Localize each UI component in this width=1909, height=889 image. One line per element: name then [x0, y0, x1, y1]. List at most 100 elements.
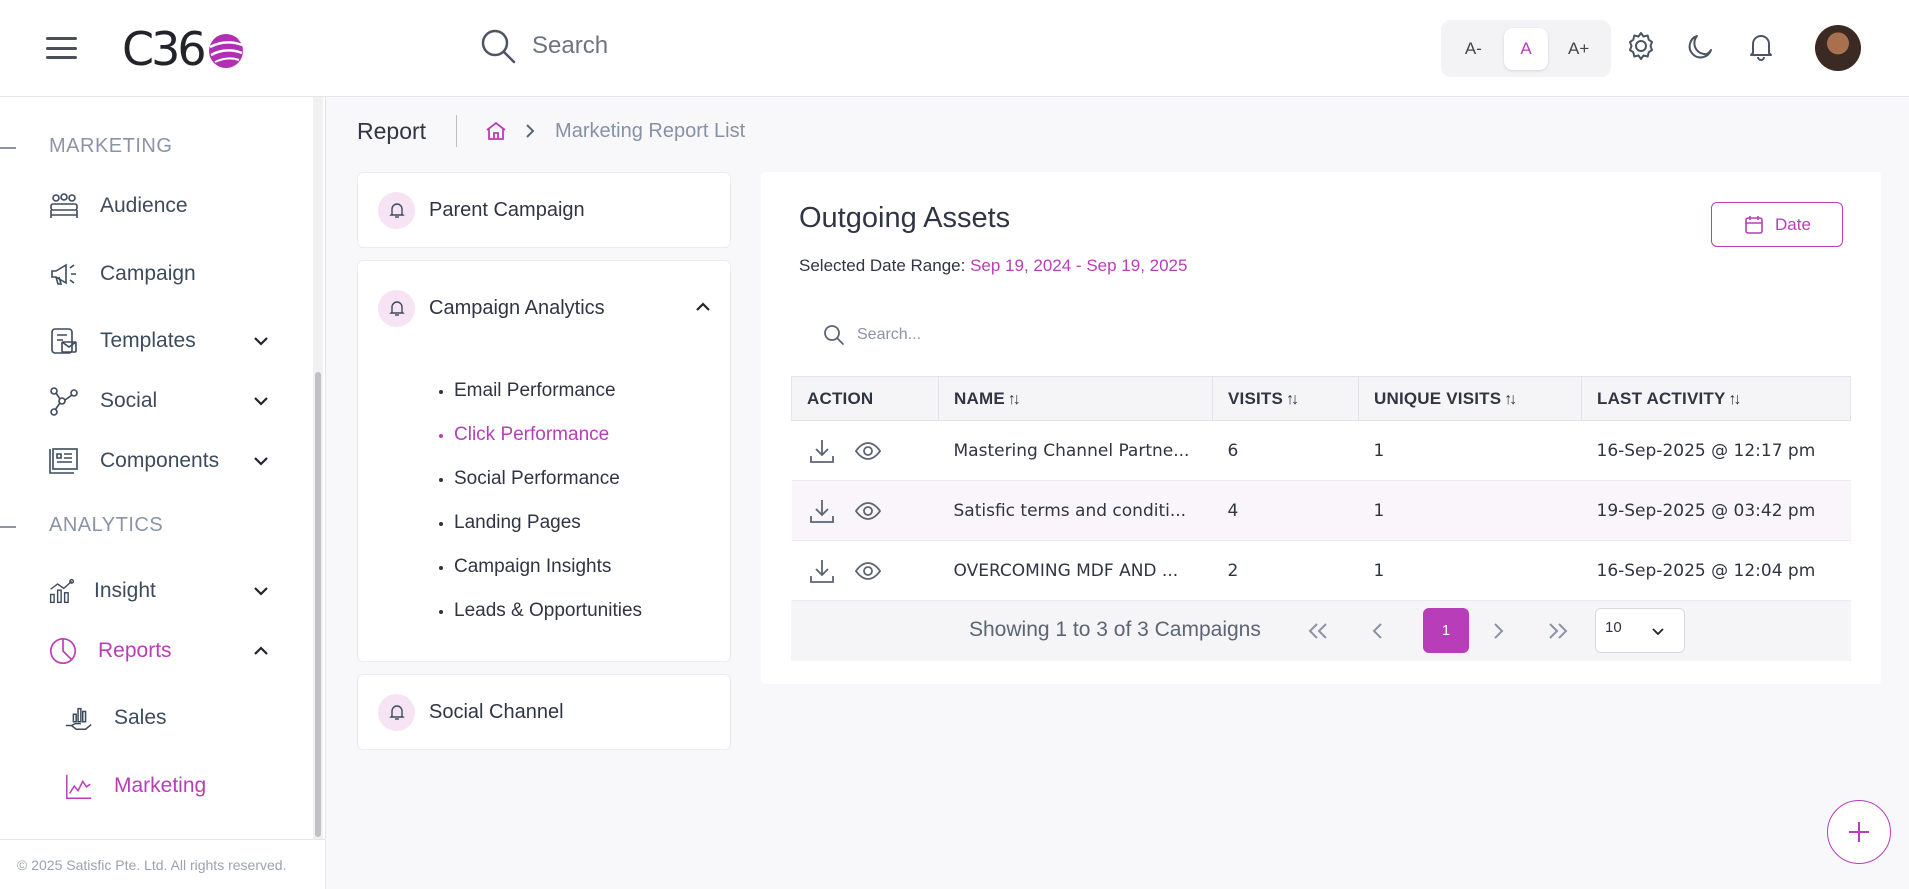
moon-icon[interactable] — [1685, 30, 1717, 62]
sidebar-item-social[interactable]: Social — [48, 385, 278, 417]
font-smaller-button[interactable]: A- — [1451, 28, 1495, 70]
page-title: Report — [357, 117, 427, 144]
line-chart-icon — [66, 774, 92, 799]
eye-icon[interactable] — [853, 436, 883, 466]
analytics-item-email-performance[interactable]: Email Performance — [454, 369, 730, 413]
menu-icon[interactable] — [46, 37, 77, 59]
cell-last-activity: 16-Sep-2025 @ 12:17 pm — [1581, 420, 1851, 481]
date-range-label: Selected Date Range: — [799, 256, 971, 275]
download-icon[interactable] — [807, 556, 837, 586]
date-button[interactable]: Date — [1711, 202, 1843, 247]
campaign-analytics-title: Campaign Analytics — [429, 296, 605, 319]
column-header-last-activity[interactable]: LAST ACTIVITY ↑↓ — [1581, 376, 1851, 421]
sidebar-item-campaign[interactable]: Campaign — [48, 258, 278, 290]
current-page-button[interactable]: 1 — [1423, 608, 1469, 653]
table-row: OVERCOMING MDF AND ... 2 1 16-Sep-2025 @… — [791, 540, 1851, 601]
date-range-value: Sep 19, 2024 - Sep 19, 2025 — [970, 256, 1188, 275]
global-search[interactable] — [478, 26, 832, 66]
column-header-action: ACTION — [791, 376, 939, 421]
font-size-switcher: A- A A+ — [1441, 20, 1611, 77]
table-search-input[interactable] — [857, 326, 1157, 344]
analytics-item-leads-opportunities[interactable]: Leads & Opportunities — [454, 589, 730, 633]
bell-icon — [378, 693, 415, 731]
font-larger-button[interactable]: A+ — [1557, 28, 1601, 70]
social-channel-panel[interactable]: Social Channel — [357, 674, 731, 750]
sidebar-item-reports[interactable]: Reports — [48, 635, 278, 667]
parent-campaign-header[interactable]: Parent Campaign — [358, 173, 730, 247]
logo[interactable]: C36 — [122, 22, 246, 76]
chevron-down-icon — [254, 397, 268, 406]
previous-page-icon[interactable] — [1361, 614, 1395, 648]
analytics-item-social-performance[interactable]: Social Performance — [454, 457, 730, 501]
analytics-item-click-performance[interactable]: Click Performance — [454, 413, 730, 457]
cell-unique-visits: 1 — [1358, 480, 1582, 541]
analytics-item-campaign-insights[interactable]: Campaign Insights — [454, 545, 730, 589]
sidebar-subitem-marketing[interactable]: Marketing — [64, 771, 206, 801]
cell-name: Satisfic terms and conditi... — [938, 480, 1213, 541]
cell-visits: 4 — [1212, 480, 1359, 541]
outgoing-assets-card: Outgoing Assets Selected Date Range: Sep… — [761, 172, 1881, 684]
first-page-icon[interactable] — [1301, 614, 1335, 648]
eye-icon[interactable] — [853, 496, 883, 526]
parent-campaign-panel[interactable]: Parent Campaign — [357, 172, 731, 248]
column-header-visits[interactable]: VISITS ↑↓ — [1212, 376, 1359, 421]
page-size-value: 10 — [1605, 619, 1622, 636]
eye-icon[interactable] — [853, 556, 883, 586]
next-page-icon[interactable] — [1481, 614, 1515, 648]
cell-unique-visits: 1 — [1358, 420, 1582, 481]
logo-text: C36 — [122, 22, 207, 76]
campaign-analytics-panel: Campaign Analytics Email Performance Cli… — [357, 260, 731, 662]
sidebar-item-label: Reports — [98, 639, 172, 662]
table-row: Satisfic terms and conditi... 4 1 19-Sep… — [791, 480, 1851, 541]
sidebar-item-insight[interactable]: Insight — [48, 575, 278, 607]
cell-name: OVERCOMING MDF AND ... — [938, 540, 1213, 601]
cell-last-activity: 16-Sep-2025 @ 12:04 pm — [1581, 540, 1851, 601]
column-header-unique-visits[interactable]: UNIQUE VISITS ↑↓ — [1358, 376, 1582, 421]
bell-icon — [378, 191, 415, 229]
analytics-item-landing-pages[interactable]: Landing Pages — [454, 501, 730, 545]
chevron-up-icon — [254, 646, 268, 655]
sidebar-item-components[interactable]: Components — [48, 445, 278, 477]
chevron-down-icon — [254, 587, 268, 596]
sidebar-subitem-sales[interactable]: Sales — [64, 703, 167, 733]
section-analytics: ANALYTICS — [49, 514, 164, 536]
chevron-up-icon[interactable] — [693, 297, 713, 317]
home-icon[interactable] — [485, 120, 507, 142]
section-marketing: MARKETING — [49, 135, 173, 157]
insight-chart-icon — [49, 578, 75, 604]
bell-icon[interactable] — [1745, 30, 1777, 62]
search-input[interactable] — [532, 32, 832, 60]
search-icon — [824, 325, 844, 345]
sidebar-scrollbar[interactable] — [315, 372, 321, 837]
sort-icon[interactable]: ↑↓ — [1008, 391, 1021, 409]
sidebar-item-label: Campaign — [100, 262, 196, 285]
sort-icon[interactable]: ↑↓ — [1729, 391, 1742, 409]
download-icon[interactable] — [807, 496, 837, 526]
date-range: Selected Date Range: Sep 19, 2024 - Sep … — [799, 256, 1187, 276]
table-search[interactable] — [823, 324, 1157, 346]
download-icon[interactable] — [807, 436, 837, 466]
font-normal-button[interactable]: A — [1503, 27, 1548, 70]
sidebar-item-templates[interactable]: Templates — [48, 325, 278, 357]
last-page-icon[interactable] — [1541, 614, 1575, 648]
cell-name: Mastering Channel Partne... — [938, 420, 1213, 481]
gear-icon[interactable] — [1625, 30, 1657, 62]
logo-globe-icon — [208, 34, 243, 68]
page-size-select[interactable]: 10 — [1595, 608, 1685, 653]
sidebar-item-label: Social — [100, 389, 158, 412]
sidebar-subitem-label: Marketing — [114, 774, 207, 797]
sort-icon[interactable]: ↑↓ — [1286, 391, 1299, 409]
social-network-icon — [50, 387, 78, 416]
avatar[interactable] — [1815, 25, 1861, 71]
sidebar-item-audience[interactable]: Audience — [48, 190, 278, 222]
column-header-name[interactable]: NAME ↑↓ — [938, 376, 1213, 421]
campaign-analytics-header[interactable]: Campaign Analytics — [358, 261, 730, 355]
pie-chart-icon — [49, 637, 77, 665]
social-channel-header[interactable]: Social Channel — [358, 675, 730, 749]
sidebar-item-label: Components — [100, 449, 220, 472]
sort-icon[interactable]: ↑↓ — [1504, 391, 1517, 409]
chevron-down-icon — [254, 337, 268, 346]
add-button[interactable] — [1827, 800, 1891, 864]
chevron-down-icon — [254, 457, 268, 466]
section-dash — [0, 526, 16, 528]
